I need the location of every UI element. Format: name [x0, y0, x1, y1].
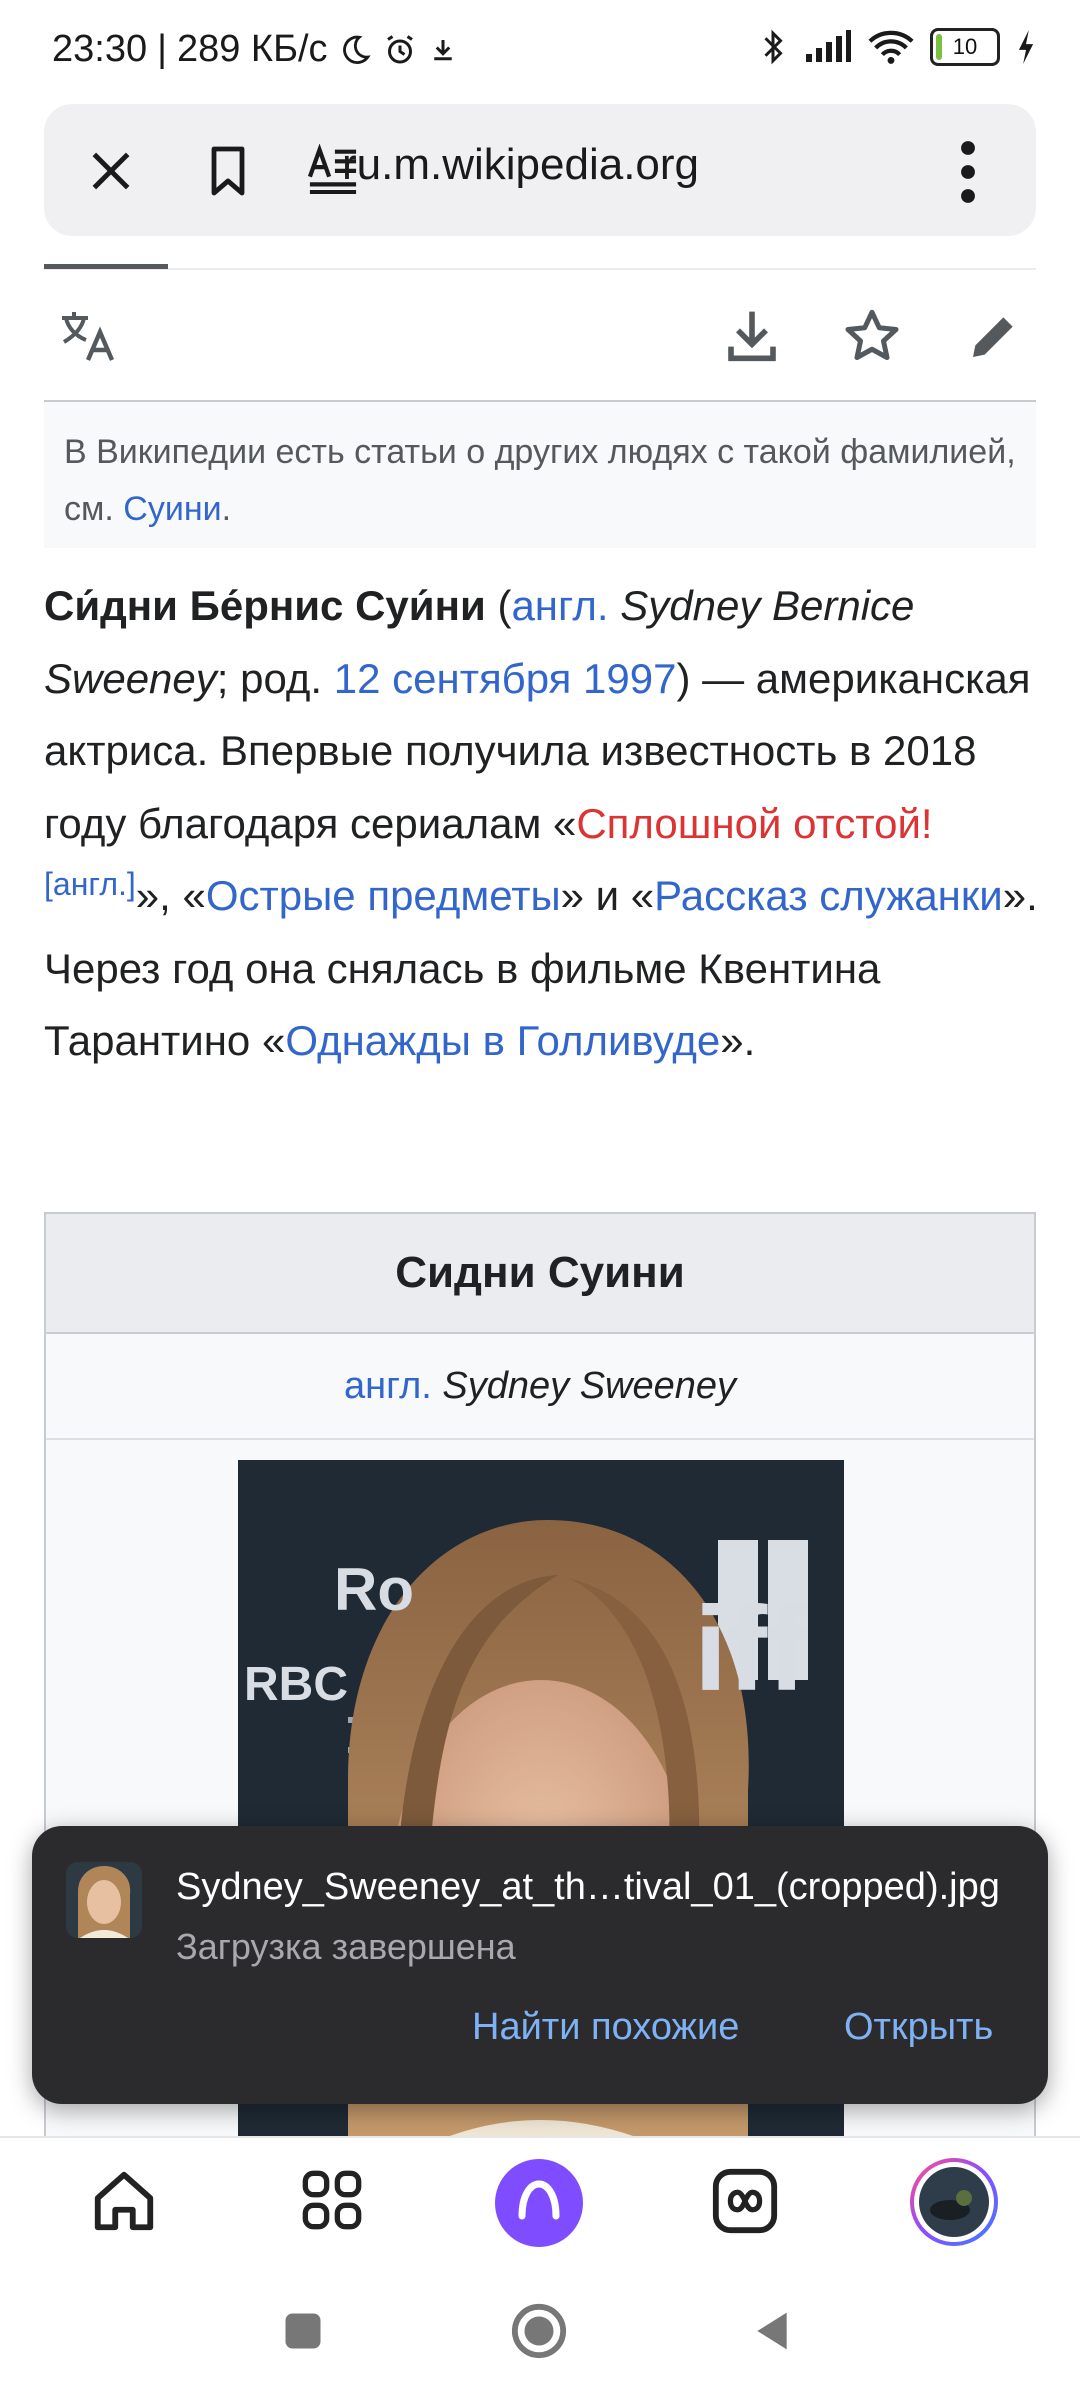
download-complete-toast: Sydney_Sweeney_at_th…tival_01_(cropped).… — [32, 1826, 1048, 2104]
edit-icon[interactable] — [966, 308, 1022, 364]
photo-ro-text: Ro — [334, 1556, 414, 1623]
lead-text: ». — [720, 1017, 756, 1064]
lang-link[interactable]: англ. — [511, 582, 608, 629]
system-navigation — [0, 2262, 1080, 2400]
lead-text: ( — [485, 582, 512, 629]
download-icon[interactable] — [724, 306, 780, 364]
more-icon[interactable] — [956, 140, 980, 204]
birthdate-link[interactable]: 12 сентября 1997 — [334, 655, 677, 702]
status-left: 23:30 | 289 КБ/с — [52, 28, 458, 71]
battery-level: 10 — [952, 34, 978, 59]
star-icon[interactable] — [842, 306, 902, 366]
infobox-orig-name: Sydney Sweeney — [442, 1364, 737, 1407]
hatnote: В Википедии есть статьи о других людях с… — [44, 402, 1036, 548]
link-once-upon-a-time[interactable]: Однажды в Голливуде — [285, 1017, 720, 1064]
toast-status: Загрузка завершена — [176, 1926, 516, 1967]
signal-icon — [806, 30, 851, 62]
lead-paragraph: Си́дни Бе́рнис Суи́ни (англ. Sydney Bern… — [44, 570, 1040, 1078]
moon-icon — [342, 35, 371, 64]
translate-icon[interactable] — [58, 308, 118, 364]
alarm-icon — [386, 34, 413, 63]
charging-icon — [1018, 30, 1034, 64]
back-icon[interactable] — [750, 2308, 794, 2354]
find-similar-button[interactable]: Найти похожие — [472, 2006, 739, 2049]
close-icon[interactable] — [86, 146, 136, 196]
bookmark-icon[interactable] — [204, 144, 252, 198]
battery-fill — [936, 34, 943, 60]
battery-indicator: 10 — [930, 28, 1000, 66]
status-time: 23:30 — [52, 28, 148, 70]
wifi-icon — [868, 30, 914, 64]
thumbnail-image — [66, 1862, 142, 1938]
status-right: 10 — [758, 28, 1036, 66]
status-bar: 23:30 | 289 КБ/с 10 — [0, 0, 1080, 100]
alice-icon[interactable] — [494, 2158, 584, 2248]
link-sharp-objects[interactable]: Острые предметы — [206, 872, 561, 919]
interlanguage-link[interactable]: [англ.] — [44, 866, 136, 902]
infobox-original-name: англ. Sydney Sweeney — [46, 1334, 1034, 1440]
bluetooth-icon — [764, 29, 783, 65]
active-tab-indicator — [44, 264, 168, 269]
lead-text: » и « — [560, 872, 655, 919]
red-link-series[interactable]: Сплошной отстой! — [576, 800, 932, 847]
recents-icon[interactable] — [282, 2310, 324, 2352]
photo-tiff-text: iff — [694, 1582, 808, 1716]
download-status-icon — [433, 39, 452, 60]
home-icon[interactable] — [88, 2166, 160, 2236]
hatnote-link[interactable]: Суини — [123, 490, 221, 528]
profile-avatar[interactable] — [910, 2158, 998, 2246]
lead-text: ; род. — [216, 654, 334, 702]
bottom-navigation — [0, 2136, 1080, 2264]
url-text[interactable]: ru.m.wikipedia.org — [342, 140, 699, 190]
status-speed: 289 КБ/с — [176, 28, 328, 70]
status-separator: | — [157, 28, 167, 70]
infobox-lang-link[interactable]: англ. — [344, 1365, 432, 1408]
toast-thumbnail — [66, 1862, 142, 1938]
open-button[interactable]: Открыть — [844, 2006, 993, 2049]
hatnote-end: . — [221, 490, 232, 528]
toolbar-divider — [44, 268, 1036, 270]
home-circle-icon[interactable] — [510, 2302, 568, 2360]
infobox-title: Сидни Суини — [46, 1214, 1034, 1334]
toast-filename: Sydney_Sweeney_at_th…tival_01_(cropped).… — [176, 1866, 1000, 1908]
apps-icon[interactable] — [300, 2168, 364, 2232]
article-subject-name: Си́дни Бе́рнис Суи́ни — [44, 582, 486, 629]
tabs-icon[interactable] — [710, 2166, 780, 2236]
link-handmaids-tale[interactable]: Рассказ служанки — [654, 872, 1003, 919]
photo-rbc-text: RBC — [244, 1658, 348, 1711]
lead-text: », « — [135, 872, 206, 919]
